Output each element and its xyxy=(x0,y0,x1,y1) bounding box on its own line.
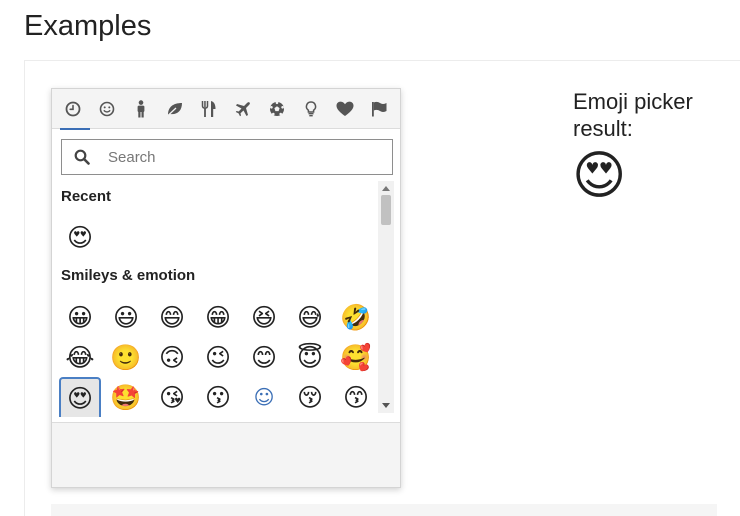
leaf-icon xyxy=(167,103,182,116)
category-recent[interactable] xyxy=(56,89,90,130)
soccer-ball-icon xyxy=(270,101,284,116)
category-travel[interactable] xyxy=(226,89,260,129)
category-nature[interactable] xyxy=(158,89,192,129)
emoji-kissing-smiling-eyes[interactable]: 😙 xyxy=(335,377,377,417)
scroll-thumb[interactable] xyxy=(381,195,391,225)
category-food[interactable] xyxy=(192,89,226,129)
code-strip xyxy=(51,504,717,516)
emoji-relaxed[interactable]: ☺ xyxy=(243,377,285,417)
heart-icon xyxy=(336,101,354,116)
airplane-icon xyxy=(235,102,250,117)
emoji-blush[interactable]: 😊 xyxy=(243,337,285,377)
search-icon xyxy=(74,149,90,165)
emoji-joy[interactable]: 😂 xyxy=(59,337,101,377)
emoji-star-struck[interactable]: 🤩 xyxy=(105,377,147,417)
scroll-down-arrow-icon[interactable] xyxy=(382,403,390,408)
section-title-smileys: Smileys & emotion xyxy=(61,267,196,284)
lightbulb-icon xyxy=(305,101,317,117)
emoji-rofl[interactable]: 🤣 xyxy=(335,297,377,337)
emoji-list: Recent 😍 Smileys & emotion 😀 😃 😄 😁 😆 😅 🤣… xyxy=(52,181,378,421)
emoji-kissing[interactable]: 😗 xyxy=(197,377,239,417)
emoji-smiley[interactable]: 😃 xyxy=(105,297,147,337)
preview-footer xyxy=(52,422,400,487)
emoji-picker: Recent 😍 Smileys & emotion 😀 😃 😄 😁 😆 😅 🤣… xyxy=(51,88,401,488)
emoji-grin[interactable]: 😁 xyxy=(197,297,239,337)
emoji-recent[interactable]: 😍 xyxy=(59,217,101,257)
category-flags[interactable] xyxy=(362,89,396,129)
clock-icon xyxy=(65,101,81,117)
result-emoji: 😍 xyxy=(572,146,627,206)
emoji-slight-smile[interactable]: 🙂 xyxy=(105,337,147,377)
emoji-heart-eyes[interactable]: 😍 xyxy=(59,377,101,417)
emoji-sweat-smile[interactable]: 😅 xyxy=(289,297,331,337)
emoji-wink[interactable]: 😉 xyxy=(197,337,239,377)
category-smileys[interactable] xyxy=(90,89,124,129)
person-icon xyxy=(137,100,145,118)
section-title-recent: Recent xyxy=(61,188,112,205)
emoji-grinning[interactable]: 😀 xyxy=(59,297,101,337)
page-title: Examples xyxy=(24,10,152,42)
category-activities[interactable] xyxy=(260,89,294,129)
emoji-scrollbar[interactable] xyxy=(378,181,394,413)
search-input[interactable] xyxy=(108,146,378,168)
scroll-up-arrow-icon[interactable] xyxy=(382,186,390,191)
category-bar xyxy=(52,89,400,130)
emoji-smile[interactable]: 😄 xyxy=(151,297,193,337)
fork-knife-icon xyxy=(201,101,216,117)
category-people[interactable] xyxy=(124,89,158,129)
smiley-icon xyxy=(99,101,115,117)
emoji-upside-down[interactable]: 🙃 xyxy=(151,337,193,377)
category-symbols[interactable] xyxy=(328,89,362,129)
search-box xyxy=(61,139,393,175)
emoji-smiling-hearts[interactable]: 🥰 xyxy=(335,337,377,377)
flag-icon xyxy=(372,101,387,117)
result-label: Emoji picker result: xyxy=(573,89,693,141)
category-objects[interactable] xyxy=(294,89,328,129)
emoji-laughing[interactable]: 😆 xyxy=(243,297,285,337)
emoji-innocent[interactable]: 😇 xyxy=(289,337,331,377)
emoji-kissing-heart[interactable]: 😘 xyxy=(151,377,193,417)
emoji-kissing-closed-eyes[interactable]: 😚 xyxy=(289,377,331,417)
